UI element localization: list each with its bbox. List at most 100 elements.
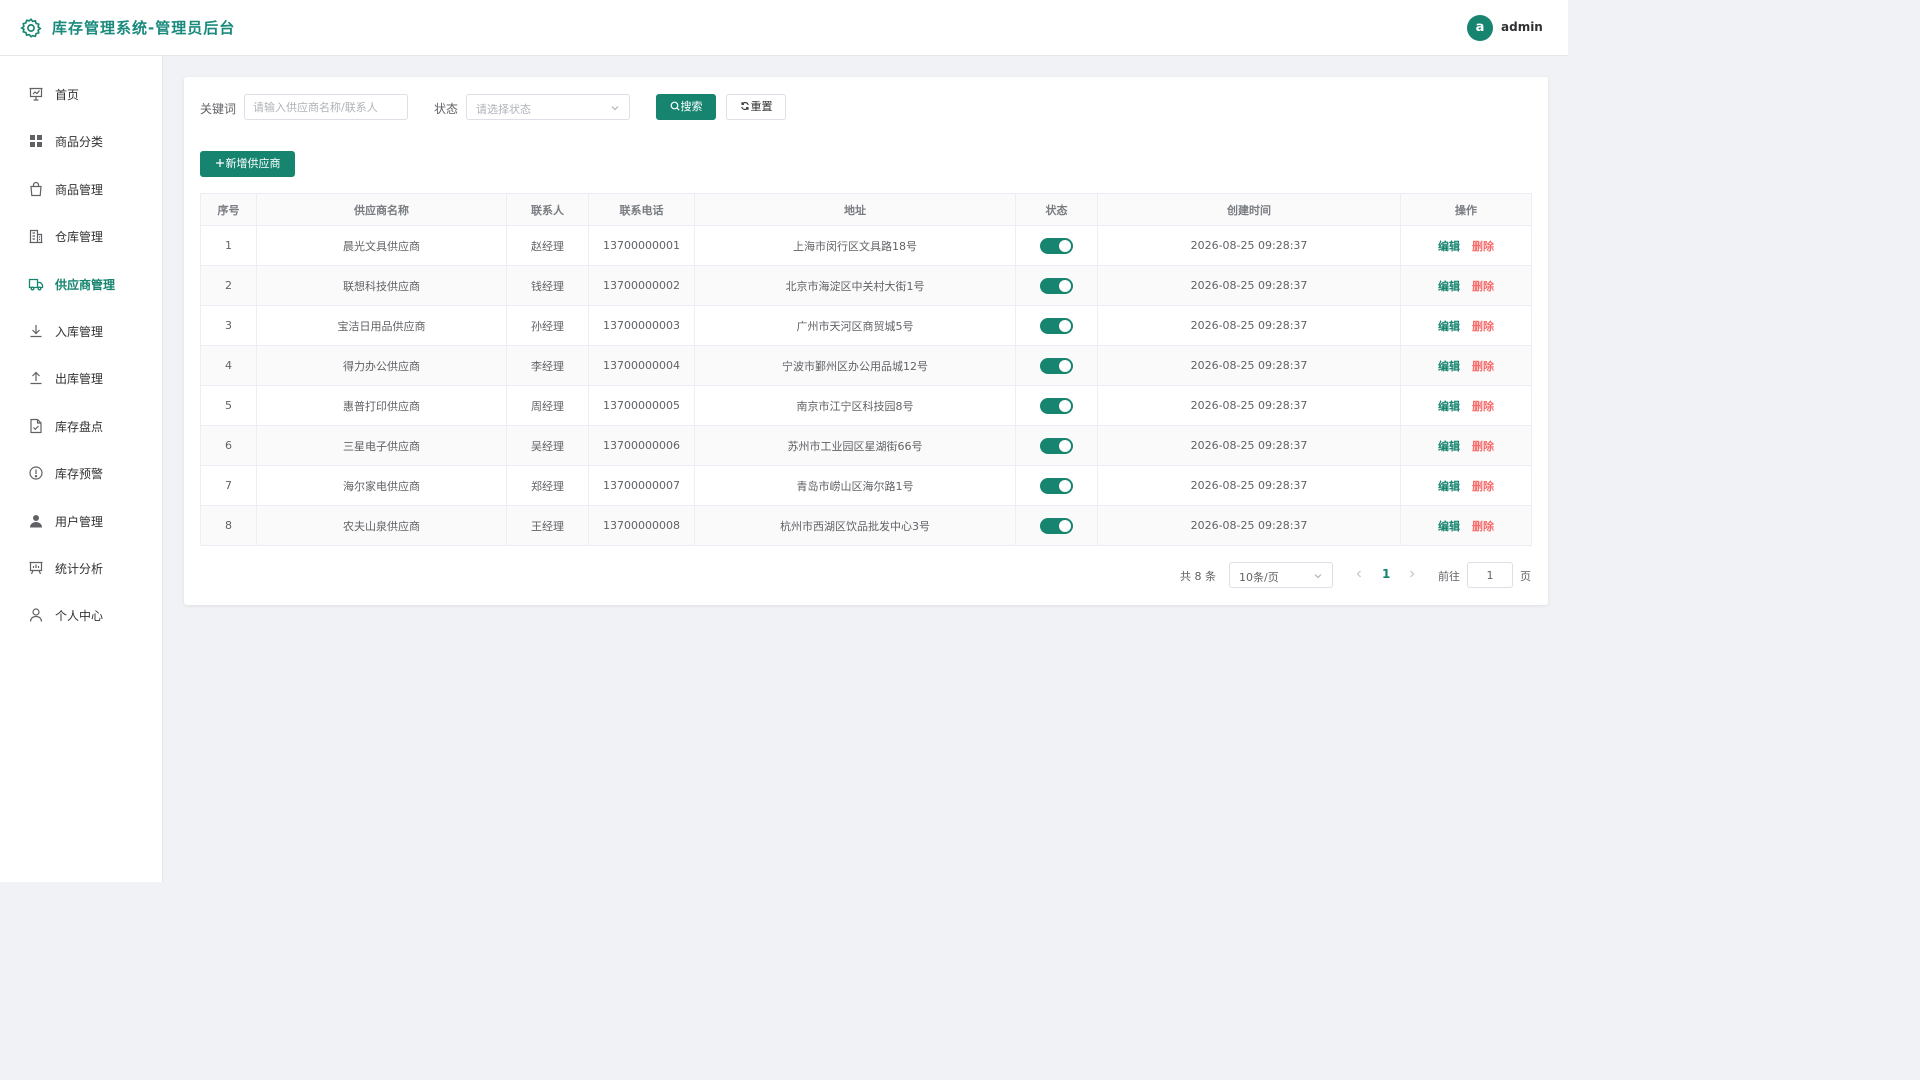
- table-row: 5 惠普打印供应商 周经理 13700000005 南京市江宁区科技园8号 20…: [200, 385, 1532, 426]
- add-supplier-button[interactable]: 新增供应商: [200, 151, 295, 177]
- cell-phone: 13700000004: [588, 345, 695, 386]
- cell-phone: 13700000005: [588, 385, 695, 426]
- delete-link[interactable]: 删除: [1472, 240, 1494, 253]
- sidebar-item-stock-alert[interactable]: 库存预警: [0, 453, 162, 493]
- goto-page-input[interactable]: [1467, 562, 1513, 588]
- cell-supplier-name: 海尔家电供应商: [256, 465, 507, 506]
- sidebar-item-inbound[interactable]: 入库管理: [0, 311, 162, 351]
- page-size-select[interactable]: 10条/页: [1229, 562, 1333, 588]
- cell-phone: 13700000001: [588, 225, 695, 266]
- column-header-actions: 操作: [1400, 193, 1532, 226]
- switch-knob: [1059, 399, 1071, 412]
- status-switch[interactable]: [1040, 237, 1073, 254]
- switch-knob: [1059, 319, 1071, 332]
- switch-knob: [1059, 359, 1071, 372]
- edit-link[interactable]: 编辑: [1438, 520, 1460, 533]
- prev-page-icon[interactable]: [1354, 569, 1364, 579]
- sidebar-item-home[interactable]: 首页: [0, 74, 162, 114]
- delete-link[interactable]: 删除: [1472, 440, 1494, 453]
- keyword-input[interactable]: [244, 94, 408, 120]
- download-icon: [30, 325, 42, 338]
- chevron-down-icon: [1314, 574, 1322, 579]
- column-header-status: 状态: [1015, 193, 1098, 226]
- refresh-icon: [740, 102, 749, 110]
- sidebar-item-category[interactable]: 商品分类: [0, 121, 162, 161]
- next-page-icon[interactable]: [1407, 569, 1417, 579]
- sidebar-item-stocktake[interactable]: 库存盘点: [0, 406, 162, 446]
- cell-index: 5: [200, 385, 257, 426]
- warning-icon: [29, 466, 43, 480]
- sidebar-item-profile[interactable]: 个人中心: [0, 595, 162, 635]
- status-switch[interactable]: [1040, 397, 1073, 414]
- table-row: 3 宝洁日用品供应商 孙经理 13700000003 广州市天河区商贸城5号 2…: [200, 305, 1532, 346]
- delete-link[interactable]: 删除: [1472, 320, 1494, 333]
- cell-created-time: 2026-08-25 09:28:37: [1097, 465, 1401, 506]
- data-board-icon: [29, 561, 43, 575]
- status-switch[interactable]: [1040, 437, 1073, 454]
- column-header-contact: 联系人: [506, 193, 589, 226]
- status-switch[interactable]: [1040, 357, 1073, 374]
- cell-supplier-name: 联想科技供应商: [256, 265, 507, 306]
- cell-contact: 李经理: [506, 345, 589, 386]
- delete-link[interactable]: 删除: [1472, 480, 1494, 493]
- delete-link[interactable]: 删除: [1472, 360, 1494, 373]
- status-select-placeholder: 请选择状态: [476, 103, 531, 116]
- cell-supplier-name: 宝洁日用品供应商: [256, 305, 507, 346]
- cell-actions: 编辑 删除: [1400, 305, 1532, 346]
- user-filled-icon: [30, 515, 42, 528]
- status-switch[interactable]: [1040, 517, 1073, 534]
- cell-phone: 13700000002: [588, 265, 695, 306]
- cell-contact: 吴经理: [506, 425, 589, 466]
- edit-link[interactable]: 编辑: [1438, 400, 1460, 413]
- delete-link[interactable]: 删除: [1472, 400, 1494, 413]
- switch-knob: [1059, 279, 1071, 292]
- sidebar-item-outbound[interactable]: 出库管理: [0, 358, 162, 398]
- cell-phone: 13700000008: [588, 505, 695, 546]
- username[interactable]: admin: [1501, 20, 1543, 34]
- cell-actions: 编辑 删除: [1400, 265, 1532, 306]
- cell-actions: 编辑 删除: [1400, 225, 1532, 266]
- sidebar-item-warehouse[interactable]: 仓库管理: [0, 216, 162, 256]
- status-switch[interactable]: [1040, 477, 1073, 494]
- table-header-row: 序号 供应商名称 联系人 联系电话 地址 状态 创建时间 操作: [200, 193, 1532, 226]
- cell-supplier-name: 农夫山泉供应商: [256, 505, 507, 546]
- edit-link[interactable]: 编辑: [1438, 480, 1460, 493]
- delete-link[interactable]: 删除: [1472, 520, 1494, 533]
- edit-link[interactable]: 编辑: [1438, 280, 1460, 293]
- app-title: 库存管理系统-管理员后台: [52, 19, 236, 37]
- reset-button[interactable]: 重置: [726, 94, 786, 120]
- page-number-current[interactable]: 1: [1382, 567, 1390, 581]
- cell-status: [1015, 225, 1098, 266]
- edit-link[interactable]: 编辑: [1438, 440, 1460, 453]
- shopping-bag-icon: [30, 181, 42, 197]
- sidebar-item-supplier[interactable]: 供应商管理: [0, 264, 162, 304]
- supplier-table: 序号 供应商名称 联系人 联系电话 地址 状态 创建时间 操作 1 晨光文具供应…: [200, 193, 1532, 546]
- status-switch[interactable]: [1040, 317, 1073, 334]
- cell-status: [1015, 465, 1098, 506]
- cell-created-time: 2026-08-25 09:28:37: [1097, 225, 1401, 266]
- cell-supplier-name: 惠普打印供应商: [256, 385, 507, 426]
- edit-link[interactable]: 编辑: [1438, 240, 1460, 253]
- status-switch[interactable]: [1040, 277, 1073, 294]
- edit-link[interactable]: 编辑: [1438, 320, 1460, 333]
- user-avatar[interactable]: a: [1467, 15, 1493, 41]
- cell-address: 宁波市鄞州区办公用品城12号: [694, 345, 1016, 386]
- column-header-phone: 联系电话: [588, 193, 695, 226]
- status-select[interactable]: 请选择状态: [466, 94, 630, 120]
- cell-created-time: 2026-08-25 09:28:37: [1097, 505, 1401, 546]
- cell-index: 4: [200, 345, 257, 386]
- sidebar-item-users[interactable]: 用户管理: [0, 501, 162, 541]
- edit-link[interactable]: 编辑: [1438, 360, 1460, 373]
- chevron-down-icon: [611, 106, 619, 111]
- sidebar-item-statistics[interactable]: 统计分析: [0, 548, 162, 588]
- cell-index: 3: [200, 305, 257, 346]
- sidebar-item-goods[interactable]: 商品管理: [0, 169, 162, 209]
- search-icon: [670, 101, 680, 111]
- cell-contact: 钱经理: [506, 265, 589, 306]
- delete-link[interactable]: 删除: [1472, 280, 1494, 293]
- supplier-panel: 关键词 状态 请选择状态 搜索 重置 新增供应商 序号 供应商名称 联系人 联系…: [184, 77, 1548, 605]
- search-button[interactable]: 搜索: [656, 94, 716, 120]
- top-header: 库存管理系统-管理员后台 a admin: [0, 0, 1568, 56]
- cell-created-time: 2026-08-25 09:28:37: [1097, 345, 1401, 386]
- page-suffix: 页: [1520, 570, 1531, 583]
